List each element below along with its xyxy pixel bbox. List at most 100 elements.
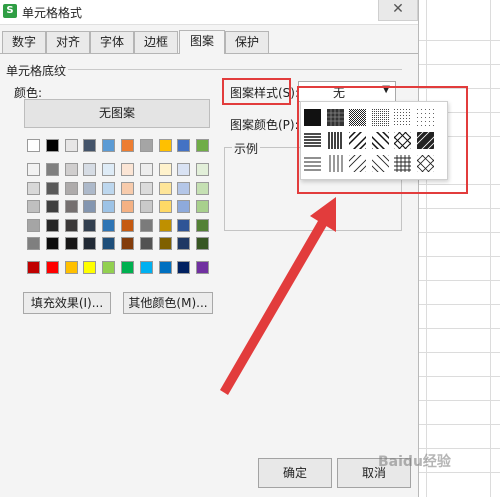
color-swatch[interactable]	[177, 261, 191, 274]
color-swatch[interactable]	[83, 261, 97, 274]
color-swatch[interactable]	[139, 218, 153, 232]
color-swatch[interactable]	[158, 163, 172, 176]
color-swatch[interactable]	[158, 237, 172, 250]
pattern-option-thin-vertical-stripe-icon[interactable]	[327, 155, 344, 172]
color-swatch[interactable]	[83, 163, 97, 176]
tab-protection[interactable]: 保护	[225, 31, 269, 53]
color-swatch[interactable]	[64, 200, 78, 213]
color-swatch[interactable]	[177, 163, 191, 176]
pattern-option-dark-grid-75-icon[interactable]	[326, 109, 344, 126]
color-swatch[interactable]	[83, 218, 97, 232]
color-swatch[interactable]	[121, 163, 134, 176]
tab-alignment[interactable]: 对齐	[46, 31, 90, 53]
color-swatch[interactable]	[158, 139, 172, 152]
pattern-option-thin-horizontal-crosshatch-icon[interactable]	[394, 155, 411, 172]
color-swatch[interactable]	[177, 237, 191, 250]
color-swatch[interactable]	[27, 218, 40, 232]
ok-button[interactable]: 确定	[258, 458, 332, 488]
color-swatch[interactable]	[177, 200, 191, 213]
color-swatch[interactable]	[27, 139, 40, 152]
more-colors-button[interactable]: 其他颜色(M)...	[123, 292, 213, 314]
color-swatch[interactable]	[64, 181, 78, 195]
color-swatch[interactable]	[177, 139, 191, 152]
pattern-option-gray-50-icon[interactable]	[349, 109, 366, 126]
color-swatch[interactable]	[158, 200, 172, 213]
pattern-option-gray-12-icon[interactable]	[394, 109, 411, 126]
color-swatch[interactable]	[102, 237, 116, 250]
color-swatch[interactable]	[196, 218, 210, 232]
pattern-option-diagonal-stripe-icon[interactable]	[371, 132, 389, 149]
color-swatch[interactable]	[45, 139, 59, 152]
color-swatch[interactable]	[121, 139, 134, 152]
pattern-option-reverse-diagonal-stripe-icon[interactable]	[349, 132, 366, 149]
color-swatch[interactable]	[196, 261, 210, 274]
color-swatch[interactable]	[196, 139, 210, 152]
tab-font[interactable]: 字体	[90, 31, 134, 53]
color-swatch[interactable]	[139, 181, 153, 195]
color-swatch[interactable]	[45, 237, 59, 250]
color-swatch[interactable]	[27, 181, 40, 195]
tab-number[interactable]: 数字	[2, 31, 46, 53]
color-swatch[interactable]	[45, 218, 59, 232]
pattern-option-thin-diagonal-crosshatch-icon[interactable]	[416, 155, 434, 172]
color-swatch[interactable]	[102, 139, 116, 152]
color-swatch[interactable]	[158, 218, 172, 232]
color-swatch[interactable]	[83, 181, 97, 195]
no-pattern-button[interactable]: 无图案	[24, 99, 210, 128]
color-swatch[interactable]	[196, 181, 210, 195]
color-swatch[interactable]	[45, 261, 59, 274]
tab-patterns[interactable]: 图案	[179, 30, 225, 54]
color-swatch[interactable]	[177, 181, 191, 195]
color-swatch[interactable]	[27, 237, 40, 250]
color-swatch[interactable]	[102, 218, 116, 232]
color-swatch[interactable]	[83, 139, 97, 152]
color-swatch[interactable]	[196, 200, 210, 213]
pattern-option-thin-reverse-diagonal-stripe-icon[interactable]	[349, 155, 366, 172]
color-swatch[interactable]	[121, 237, 134, 250]
color-swatch[interactable]	[64, 139, 78, 152]
close-button[interactable]: ✕	[378, 0, 418, 21]
color-swatch[interactable]	[83, 237, 97, 250]
color-swatch[interactable]	[64, 218, 78, 232]
pattern-option-thick-diagonal-crosshatch-icon[interactable]	[416, 132, 434, 149]
color-swatch[interactable]	[158, 261, 172, 274]
color-swatch[interactable]	[45, 163, 59, 176]
pattern-option-gray-25-icon[interactable]	[371, 109, 389, 126]
color-swatch[interactable]	[177, 218, 191, 232]
color-swatch[interactable]	[45, 200, 59, 213]
color-swatch[interactable]	[27, 261, 40, 274]
pattern-option-thin-diagonal-stripe-icon[interactable]	[371, 155, 389, 172]
color-swatch[interactable]	[64, 237, 78, 250]
pattern-option-diagonal-crosshatch-icon[interactable]	[394, 132, 411, 149]
color-swatch[interactable]	[102, 163, 116, 176]
pattern-option-vertical-stripe-icon[interactable]	[327, 132, 344, 149]
pattern-option-horizontal-stripe-icon[interactable]	[304, 132, 321, 149]
pattern-style-select[interactable]: 无 ▼	[298, 81, 396, 102]
color-swatch[interactable]	[139, 163, 153, 176]
fill-effects-button[interactable]: 填充效果(I)...	[23, 292, 111, 314]
pattern-option-gray-6-icon[interactable]	[416, 109, 434, 126]
color-swatch[interactable]	[121, 200, 134, 213]
color-swatch[interactable]	[121, 261, 134, 274]
color-swatch[interactable]	[121, 218, 134, 232]
color-swatch[interactable]	[139, 261, 153, 274]
pattern-option-solid-icon[interactable]	[304, 109, 321, 126]
color-swatch[interactable]	[102, 181, 116, 195]
color-swatch[interactable]	[158, 181, 172, 195]
color-swatch[interactable]	[27, 200, 40, 213]
pattern-option-thin-horizontal-stripe-icon[interactable]	[304, 155, 321, 172]
color-swatch[interactable]	[196, 237, 210, 250]
color-swatch[interactable]	[45, 181, 59, 195]
color-swatch[interactable]	[64, 261, 78, 274]
color-swatch[interactable]	[83, 200, 97, 213]
color-swatch[interactable]	[139, 237, 153, 250]
color-swatch[interactable]	[27, 163, 40, 176]
color-swatch[interactable]	[139, 200, 153, 213]
color-swatch[interactable]	[64, 163, 78, 176]
color-swatch[interactable]	[102, 200, 116, 213]
tab-border[interactable]: 边框	[134, 31, 178, 53]
color-swatch[interactable]	[121, 181, 134, 195]
color-swatch[interactable]	[102, 261, 116, 274]
color-swatch[interactable]	[139, 139, 153, 152]
color-swatch[interactable]	[196, 163, 210, 176]
